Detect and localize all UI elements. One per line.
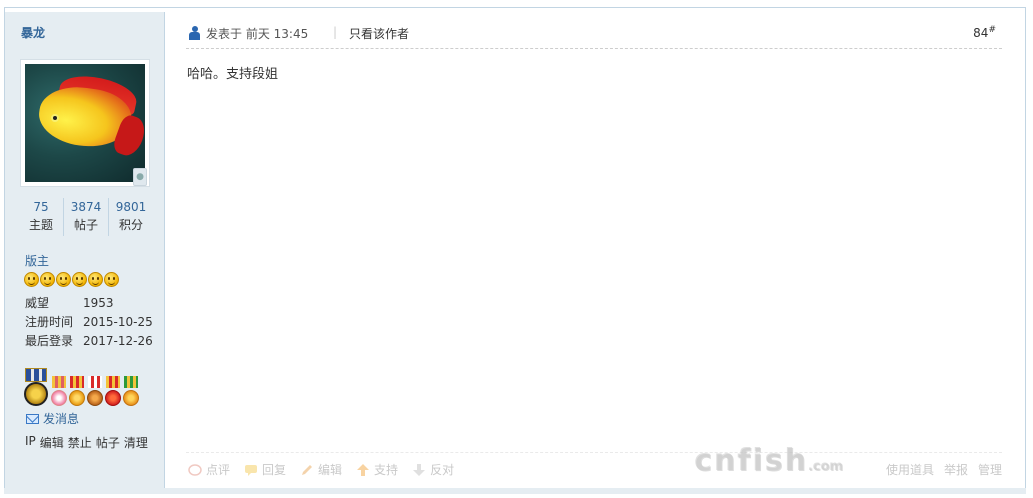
admin-link-clear[interactable]: 清理 [124, 434, 148, 451]
reply-icon [245, 464, 258, 476]
info-key: 威望 [25, 296, 50, 310]
info-row: 威望 1953 [25, 294, 153, 313]
stat-posts[interactable]: 3874 帖子 [64, 198, 109, 236]
info-value: 2015-10-25 [83, 315, 153, 329]
edit-button[interactable]: 编辑 [300, 461, 342, 478]
info-key: 最后登录 [25, 334, 74, 348]
floor-mark: # [988, 25, 996, 35]
medal-icon[interactable] [24, 368, 48, 408]
info-value: 2017-12-26 [83, 334, 153, 348]
medal-icon[interactable] [104, 376, 122, 408]
post-tools: 使用道具 举报 管理 [886, 461, 1002, 478]
smiley-icon [24, 272, 39, 287]
support-button[interactable]: 支持 [356, 461, 398, 478]
mail-icon [26, 413, 39, 424]
post-content: 哈哈。支持段姐 [187, 67, 279, 82]
post-footer: 点评 回复 编辑 支持 反对 使用道具 举报 管理 [186, 452, 1002, 478]
stat-threads[interactable]: 75 主题 [19, 198, 64, 236]
stat-points[interactable]: 9801 积分 [109, 198, 153, 236]
info-row: 注册时间 2015-10-25 [25, 313, 153, 332]
post-time: 发表于 前天 13:45 [206, 27, 309, 41]
send-message-link[interactable]: 发消息 [26, 410, 79, 427]
medal-icon[interactable] [68, 376, 86, 408]
thumb-down-icon [413, 463, 426, 476]
thumb-up-icon [357, 463, 370, 476]
header-separator: | [333, 25, 338, 39]
medal-icon[interactable] [50, 376, 68, 408]
edit-icon [302, 464, 313, 475]
avatar[interactable]: ● [20, 59, 150, 187]
post-body: 发表于 前天 13:45 | 只看该作者 84# 哈哈。支持段姐 点评 回复 编… [166, 12, 1025, 488]
stat-threads-label: 主题 [28, 218, 53, 232]
online-status-icon: ● [133, 168, 147, 186]
stat-posts-label: 帖子 [73, 218, 98, 232]
floor-number[interactable]: 84# [973, 25, 996, 40]
edit-label: 编辑 [318, 463, 343, 477]
user-online-icon [189, 26, 200, 41]
admin-link-posts[interactable]: 帖子 [96, 434, 120, 451]
smiley-icon [56, 272, 71, 287]
username-link[interactable]: 暴龙 [21, 24, 45, 41]
stat-threads-value: 75 [33, 200, 49, 214]
info-value: 1953 [83, 296, 114, 310]
stat-points-label: 积分 [118, 218, 143, 232]
comment-icon [188, 463, 202, 476]
info-row: 最后登录 2017-12-26 [25, 332, 153, 351]
smiley-icon [104, 272, 119, 287]
oppose-button[interactable]: 反对 [412, 461, 454, 478]
stat-posts-value: 3874 [70, 200, 102, 214]
reply-label: 回复 [262, 463, 287, 477]
bottom-border [4, 488, 1026, 494]
admin-link-ip[interactable]: IP [25, 434, 36, 451]
manage-link[interactable]: 管理 [978, 461, 1002, 478]
admin-link-ban[interactable]: 禁止 [68, 434, 92, 451]
medal-icon[interactable] [86, 376, 104, 408]
smiley-icon [88, 272, 103, 287]
only-author-link[interactable]: 只看该作者 [349, 25, 409, 42]
floor-value: 84 [973, 26, 989, 40]
admin-links: IP 编辑 禁止 帖子 清理 [25, 434, 148, 451]
medals [24, 368, 154, 416]
report-link[interactable]: 举报 [944, 461, 968, 478]
user-group-link[interactable]: 版主 [25, 252, 49, 269]
post-header: 发表于 前天 13:45 | 只看该作者 84# [186, 22, 1002, 49]
reply-button[interactable]: 回复 [244, 461, 286, 478]
smiley-icon [40, 272, 55, 287]
avatar-image [25, 64, 145, 182]
user-panel: 暴龙 ● 75 主题 3874 帖子 9801 积分 版主 威望 1953 注册… [5, 12, 165, 488]
send-message-label: 发消息 [43, 412, 80, 426]
comment-button[interactable]: 点评 [188, 461, 230, 478]
watermark-suffix: .com [807, 459, 843, 474]
user-stats: 75 主题 3874 帖子 9801 积分 [19, 198, 153, 236]
oppose-label: 反对 [430, 463, 455, 477]
smiley-icon [72, 272, 87, 287]
admin-link-edit[interactable]: 编辑 [40, 434, 64, 451]
medal-icon[interactable] [122, 376, 140, 408]
rank-stars [24, 272, 119, 287]
use-item-link[interactable]: 使用道具 [886, 461, 934, 478]
comment-label: 点评 [206, 463, 231, 477]
support-label: 支持 [374, 463, 399, 477]
watermark-main: cnfish [694, 443, 808, 478]
user-info: 威望 1953 注册时间 2015-10-25 最后登录 2017-12-26 [25, 294, 153, 351]
stat-points-value: 9801 [115, 200, 147, 214]
post-actions: 点评 回复 编辑 支持 反对 [188, 461, 454, 478]
info-key: 注册时间 [25, 315, 74, 329]
site-watermark: cnfish.com [694, 443, 843, 478]
